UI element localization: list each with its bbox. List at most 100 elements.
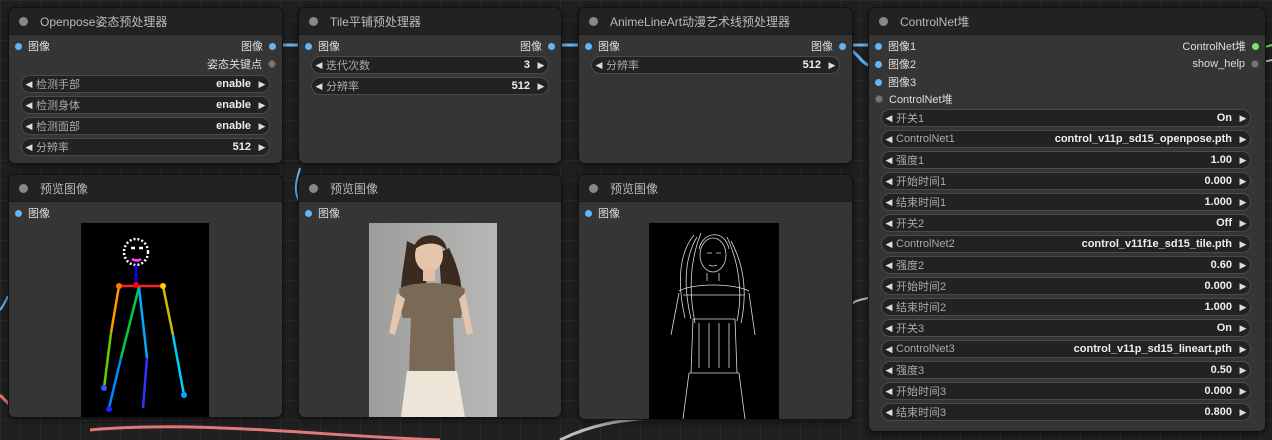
- image-input-slot[interactable]: 图像: [305, 205, 340, 221]
- arrow-right-icon[interactable]: ▶: [1236, 323, 1250, 334]
- arrow-right-icon[interactable]: ▶: [1236, 155, 1250, 166]
- collapse-dot-icon[interactable]: [589, 16, 598, 26]
- widget-strength-3[interactable]: ◀ 强度3 0.50 ▶: [881, 361, 1251, 379]
- arrow-left-icon[interactable]: ◀: [312, 81, 326, 92]
- arrow-right-icon[interactable]: ▶: [255, 79, 269, 90]
- output-dot-icon[interactable]: [839, 42, 846, 50]
- input-dot-icon[interactable]: [15, 209, 22, 217]
- image2-input-slot[interactable]: 图像2: [875, 56, 916, 72]
- arrow-right-icon[interactable]: ▶: [1236, 260, 1250, 271]
- image-input-slot[interactable]: 图像: [585, 38, 620, 54]
- input-dot-icon[interactable]: [15, 42, 22, 50]
- collapse-dot-icon[interactable]: [19, 16, 28, 26]
- arrow-right-icon[interactable]: ▶: [255, 100, 269, 111]
- widget-switch-1[interactable]: ◀ 开关1 On ▶: [881, 109, 1251, 127]
- arrow-right-icon[interactable]: ▶: [1236, 386, 1250, 397]
- arrow-left-icon[interactable]: ◀: [882, 281, 896, 292]
- arrow-right-icon[interactable]: ▶: [255, 121, 269, 132]
- collapse-dot-icon[interactable]: [309, 183, 318, 193]
- node-title-bar[interactable]: Tile平铺预处理器: [299, 8, 561, 35]
- arrow-right-icon[interactable]: ▶: [1236, 365, 1250, 376]
- arrow-right-icon[interactable]: ▶: [1236, 407, 1250, 418]
- arrow-right-icon[interactable]: ▶: [534, 81, 548, 92]
- image-output-slot[interactable]: 图像: [520, 38, 555, 54]
- arrow-right-icon[interactable]: ▶: [1236, 302, 1250, 313]
- widget-detect-hand[interactable]: ◀ 检测手部 enable ▶: [21, 75, 270, 93]
- node-title-bar[interactable]: Openpose姿态预处理器: [9, 8, 282, 35]
- collapse-dot-icon[interactable]: [309, 16, 318, 26]
- arrow-right-icon[interactable]: ▶: [1236, 218, 1250, 229]
- widget-switch-3[interactable]: ◀ 开关3 On ▶: [881, 319, 1251, 337]
- arrow-left-icon[interactable]: ◀: [882, 260, 896, 271]
- arrow-left-icon[interactable]: ◀: [22, 121, 36, 132]
- preview-image-node-tile[interactable]: 预览图像 图像: [298, 174, 562, 418]
- arrow-right-icon[interactable]: ▶: [1236, 239, 1250, 250]
- input-dot-icon[interactable]: [875, 42, 882, 50]
- node-title-bar[interactable]: ControlNet堆: [869, 8, 1265, 35]
- arrow-right-icon[interactable]: ▶: [1236, 281, 1250, 292]
- image-input-slot[interactable]: 图像: [585, 205, 620, 221]
- arrow-left-icon[interactable]: ◀: [22, 142, 36, 153]
- anime-lineart-preprocessor-node[interactable]: AnimeLineArt动漫艺术线预处理器 图像 图像 ◀ 分辨率 512 ▶: [578, 7, 853, 164]
- input-dot-icon[interactable]: [585, 209, 592, 217]
- arrow-left-icon[interactable]: ◀: [882, 344, 896, 355]
- tile-preprocessor-node[interactable]: Tile平铺预处理器 图像 图像 ◀ 迭代次数 3 ▶ ◀ 分辨率 512 ▶: [298, 7, 562, 164]
- output-dot-icon[interactable]: [268, 60, 276, 68]
- widget-controlnet-1[interactable]: ◀ ControlNet1 control_v11p_sd15_openpose…: [881, 130, 1251, 148]
- collapse-dot-icon[interactable]: [19, 183, 28, 193]
- output-dot-icon[interactable]: [1251, 60, 1259, 68]
- controlnet-stack-node[interactable]: ControlNet堆 图像1 ControlNet堆 图像2 show_hel…: [868, 7, 1266, 432]
- input-dot-icon[interactable]: [875, 78, 882, 86]
- output-dot-icon[interactable]: [269, 42, 276, 50]
- arrow-left-icon[interactable]: ◀: [592, 60, 606, 71]
- arrow-left-icon[interactable]: ◀: [882, 386, 896, 397]
- image-input-slot[interactable]: 图像: [15, 205, 50, 221]
- arrow-right-icon[interactable]: ▶: [1236, 113, 1250, 124]
- output-dot-icon[interactable]: [1252, 42, 1259, 50]
- arrow-left-icon[interactable]: ◀: [882, 407, 896, 418]
- widget-end-1[interactable]: ◀ 结束时间1 1.000 ▶: [881, 193, 1251, 211]
- input-dot-icon[interactable]: [305, 209, 312, 217]
- widget-end-3[interactable]: ◀ 结束时间3 0.800 ▶: [881, 403, 1251, 421]
- arrow-left-icon[interactable]: ◀: [22, 100, 36, 111]
- image-input-slot[interactable]: 图像: [305, 38, 340, 54]
- image1-input-slot[interactable]: 图像1: [875, 38, 916, 54]
- arrow-left-icon[interactable]: ◀: [882, 155, 896, 166]
- show-help-output-slot[interactable]: show_help: [1192, 56, 1259, 72]
- arrow-right-icon[interactable]: ▶: [1236, 197, 1250, 208]
- input-dot-icon[interactable]: [305, 42, 312, 50]
- widget-start-1[interactable]: ◀ 开始时间1 0.000 ▶: [881, 172, 1251, 190]
- arrow-left-icon[interactable]: ◀: [882, 218, 896, 229]
- input-dot-icon[interactable]: [875, 60, 882, 68]
- arrow-left-icon[interactable]: ◀: [882, 302, 896, 313]
- collapse-dot-icon[interactable]: [879, 16, 888, 26]
- preview-image-node-pose[interactable]: 预览图像 图像: [8, 174, 283, 418]
- widget-resolution[interactable]: ◀ 分辨率 512 ▶: [21, 138, 270, 156]
- image-output-slot[interactable]: 图像: [811, 38, 846, 54]
- collapse-dot-icon[interactable]: [589, 183, 598, 193]
- arrow-right-icon[interactable]: ▶: [825, 60, 839, 71]
- node-title-bar[interactable]: 预览图像: [299, 175, 561, 202]
- arrow-right-icon[interactable]: ▶: [255, 142, 269, 153]
- arrow-right-icon[interactable]: ▶: [534, 60, 548, 71]
- output-dot-icon[interactable]: [548, 42, 555, 50]
- arrow-left-icon[interactable]: ◀: [882, 176, 896, 187]
- widget-resolution[interactable]: ◀ 分辨率 512 ▶: [591, 56, 840, 74]
- image-input-slot[interactable]: 图像: [15, 38, 50, 54]
- arrow-right-icon[interactable]: ▶: [1236, 344, 1250, 355]
- arrow-left-icon[interactable]: ◀: [882, 239, 896, 250]
- input-dot-icon[interactable]: [585, 42, 592, 50]
- widget-start-3[interactable]: ◀ 开始时间3 0.000 ▶: [881, 382, 1251, 400]
- widget-start-2[interactable]: ◀ 开始时间2 0.000 ▶: [881, 277, 1251, 295]
- openpose-preprocessor-node[interactable]: Openpose姿态预处理器 图像 图像 姿态关键点 ◀ 检测手部 enable…: [8, 7, 283, 164]
- widget-controlnet-2[interactable]: ◀ ControlNet2 control_v11f1e_sd15_tile.p…: [881, 235, 1251, 253]
- controlnet-stack-output-slot[interactable]: ControlNet堆: [1182, 38, 1259, 54]
- arrow-left-icon[interactable]: ◀: [882, 323, 896, 334]
- widget-strength-1[interactable]: ◀ 强度1 1.00 ▶: [881, 151, 1251, 169]
- image3-input-slot[interactable]: 图像3: [875, 74, 916, 90]
- node-title-bar[interactable]: 预览图像: [9, 175, 282, 202]
- arrow-left-icon[interactable]: ◀: [882, 197, 896, 208]
- arrow-left-icon[interactable]: ◀: [312, 60, 326, 71]
- keypoints-output-slot[interactable]: 姿态关键点: [207, 56, 276, 72]
- widget-strength-2[interactable]: ◀ 强度2 0.60 ▶: [881, 256, 1251, 274]
